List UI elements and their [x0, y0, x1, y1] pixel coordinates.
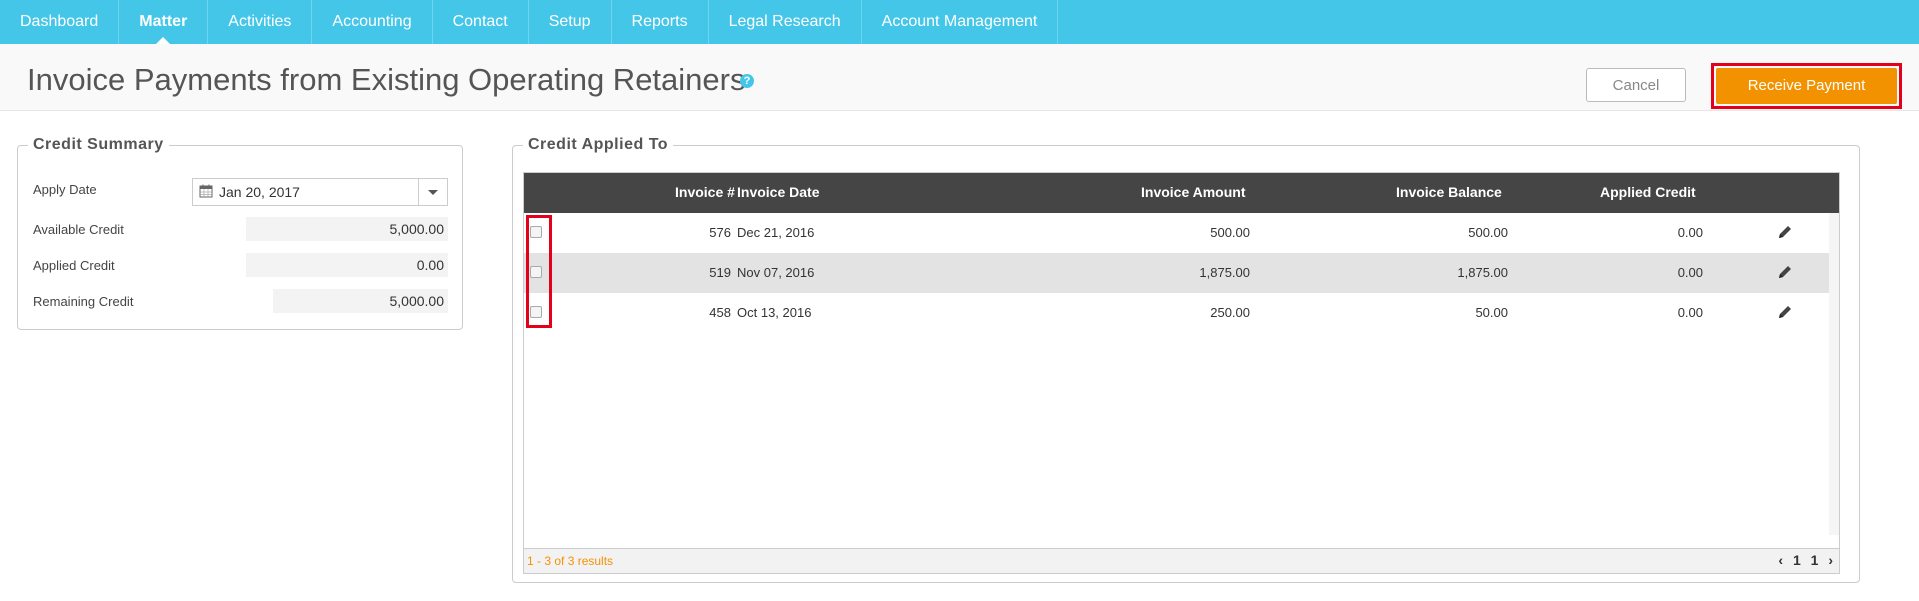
- current-page[interactable]: 1: [1793, 552, 1801, 568]
- cell-invoice-amount: 250.00: [1210, 305, 1250, 320]
- invoice-grid: Invoice # Invoice Date Invoice Amount In…: [523, 172, 1840, 574]
- table-row: 576 Dec 21, 2016 500.00 500.00 0.00: [524, 213, 1839, 253]
- results-count: 1 - 3 of 3 results: [527, 554, 614, 568]
- top-nav: Dashboard Matter Activities Accounting C…: [0, 0, 1919, 44]
- date-dropdown-button[interactable]: [418, 179, 447, 205]
- credit-summary-panel: Credit Summary Apply Date Jan 20, 2017 A…: [17, 136, 463, 330]
- col-invoice-no[interactable]: Invoice #: [675, 184, 735, 200]
- total-pages: 1: [1810, 552, 1819, 568]
- table-row: 519 Nov 07, 2016 1,875.00 1,875.00 0.00: [524, 253, 1839, 293]
- nav-item-label: Contact: [452, 13, 508, 30]
- cell-invoice-no: 519: [709, 265, 731, 280]
- pencil-icon[interactable]: [1777, 304, 1793, 320]
- cell-applied-credit: 0.00: [1677, 265, 1703, 280]
- available-credit-label: Available Credit: [33, 222, 124, 237]
- grid-scrollbar[interactable]: [1829, 213, 1839, 535]
- nav-item-accounting[interactable]: Accounting: [312, 0, 433, 44]
- next-page-icon[interactable]: ›: [1828, 552, 1833, 568]
- col-invoice-balance[interactable]: Invoice Balance: [1396, 184, 1502, 200]
- nav-item-activities[interactable]: Activities: [208, 0, 313, 44]
- receive-payment-highlight: Receive Payment: [1711, 63, 1902, 109]
- nav-item-label: Accounting: [332, 13, 412, 30]
- cell-invoice-no: 458: [709, 305, 731, 320]
- table-row: 458 Oct 13, 2016 250.00 50.00 0.00: [524, 293, 1839, 333]
- pencil-icon[interactable]: [1777, 224, 1793, 240]
- nav-item-label: Legal Research: [728, 13, 841, 30]
- receive-payment-button[interactable]: Receive Payment: [1716, 68, 1897, 104]
- applied-credit-value: 0.00: [246, 253, 448, 277]
- available-credit-value: 5,000.00: [246, 217, 448, 241]
- cell-invoice-balance: 50.00: [1475, 305, 1508, 320]
- nav-item-reports[interactable]: Reports: [612, 0, 709, 44]
- cell-invoice-date: Oct 13, 2016: [737, 305, 812, 320]
- cell-invoice-no: 576: [709, 225, 731, 240]
- nav-item-dashboard[interactable]: Dashboard: [0, 0, 120, 44]
- prev-page-icon[interactable]: ‹: [1778, 552, 1783, 568]
- nav-item-contact[interactable]: Contact: [433, 0, 529, 44]
- nav-item-legal-research[interactable]: Legal Research: [709, 0, 862, 44]
- cell-invoice-balance: 500.00: [1468, 225, 1508, 240]
- credit-summary-legend: Credit Summary: [28, 136, 169, 154]
- cell-invoice-date: Nov 07, 2016: [737, 265, 815, 280]
- cell-invoice-date: Dec 21, 2016: [737, 225, 815, 240]
- grid-footer: 1 - 3 of 3 results ‹ 1 1 ›: [524, 548, 1839, 573]
- apply-date-value: Jan 20, 2017: [219, 184, 300, 200]
- apply-date-label: Apply Date: [33, 182, 97, 197]
- nav-item-label: Activities: [228, 13, 292, 30]
- nav-item-label: Reports: [631, 13, 688, 30]
- page-header: Invoice Payments from Existing Operating…: [0, 44, 1919, 111]
- cell-applied-credit: 0.00: [1677, 305, 1703, 320]
- col-invoice-amount[interactable]: Invoice Amount: [1141, 184, 1246, 200]
- cell-invoice-amount: 500.00: [1210, 225, 1250, 240]
- remaining-credit-label: Remaining Credit: [33, 294, 134, 309]
- nav-item-label: Account Management: [881, 13, 1038, 30]
- page-title: Invoice Payments from Existing Operating…: [27, 62, 746, 97]
- col-invoice-date[interactable]: Invoice Date: [737, 184, 819, 200]
- cancel-button[interactable]: Cancel: [1586, 68, 1686, 102]
- nav-item-matter[interactable]: Matter: [119, 0, 209, 44]
- col-applied-credit[interactable]: Applied Credit: [1600, 184, 1696, 200]
- apply-date-picker[interactable]: Jan 20, 2017: [192, 178, 448, 206]
- active-caret-icon: [156, 37, 171, 44]
- pager: ‹ 1 1 ›: [1772, 552, 1833, 568]
- nav-item-label: Setup: [548, 13, 591, 30]
- nav-item-setup[interactable]: Setup: [529, 0, 612, 44]
- pencil-icon[interactable]: [1777, 264, 1793, 280]
- cell-applied-credit: 0.00: [1677, 225, 1703, 240]
- chevron-down-icon: [428, 190, 438, 195]
- cell-invoice-balance: 1,875.00: [1457, 265, 1508, 280]
- nav-item-label: Dashboard: [20, 13, 99, 30]
- cell-invoice-amount: 1,875.00: [1199, 265, 1250, 280]
- nav-item-label: Matter: [139, 13, 188, 30]
- question-circle-icon[interactable]: ?: [740, 74, 754, 88]
- grid-header: Invoice # Invoice Date Invoice Amount In…: [524, 173, 1839, 213]
- calendar-icon: [199, 184, 213, 198]
- nav-item-account-management[interactable]: Account Management: [862, 0, 1059, 44]
- credit-applied-panel: Credit Applied To Invoice # Invoice Date…: [512, 136, 1860, 583]
- checkbox-column-highlight: [526, 215, 552, 328]
- applied-credit-label: Applied Credit: [33, 258, 115, 273]
- credit-applied-legend: Credit Applied To: [523, 136, 674, 154]
- remaining-credit-value: 5,000.00: [273, 289, 448, 313]
